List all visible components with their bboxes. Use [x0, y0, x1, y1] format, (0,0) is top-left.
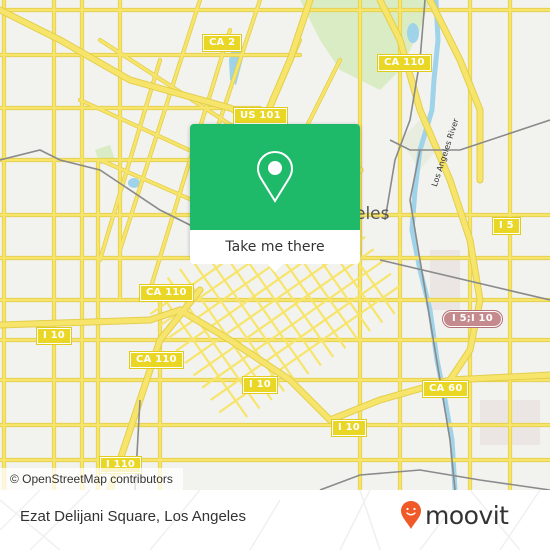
map-pin-icon [256, 150, 294, 203]
reservoir [407, 23, 419, 43]
footer-bar: Ezat Delijani Square, Los Angeles moovit [0, 490, 550, 550]
map-widget: CA 2 US 101 CA 110 I 5 CA 110 I 10 I 5;I… [0, 0, 550, 550]
popup-header [190, 124, 360, 230]
city-label-los-angeles: eles [355, 204, 390, 224]
map-canvas[interactable]: CA 2 US 101 CA 110 I 5 CA 110 I 10 I 5;I… [0, 0, 550, 490]
brand-name: moovit [425, 500, 509, 530]
highway-shield-ca-2: CA 2 [201, 34, 243, 52]
osm-attribution[interactable]: © OpenStreetMap contributors [0, 468, 183, 490]
highway-shield-i-10: I 10 [36, 327, 72, 345]
take-me-there-button[interactable]: Take me there [190, 230, 360, 264]
highway-shield-i-10: I 10 [242, 376, 278, 394]
highway-shield-i-10: I 10 [331, 419, 367, 437]
moovit-logo[interactable]: moovit [400, 500, 509, 530]
highway-shield-ca-110: CA 110 [129, 351, 184, 369]
location-popup: Take me there [190, 124, 360, 272]
highway-shield-us-101: US 101 [233, 107, 288, 125]
highway-shield-i-5-i-10: I 5;I 10 [442, 310, 503, 328]
highway-shield-ca-110: CA 110 [139, 284, 194, 302]
place-name: Ezat Delijani Square, Los Angeles [20, 508, 246, 525]
highway-shield-i-5: I 5 [492, 217, 521, 235]
moovit-pin-icon [401, 501, 421, 529]
popup-pointer [267, 264, 283, 272]
highway-shield-ca-60: CA 60 [421, 380, 470, 398]
highway-shield-ca-110: CA 110 [377, 54, 432, 72]
